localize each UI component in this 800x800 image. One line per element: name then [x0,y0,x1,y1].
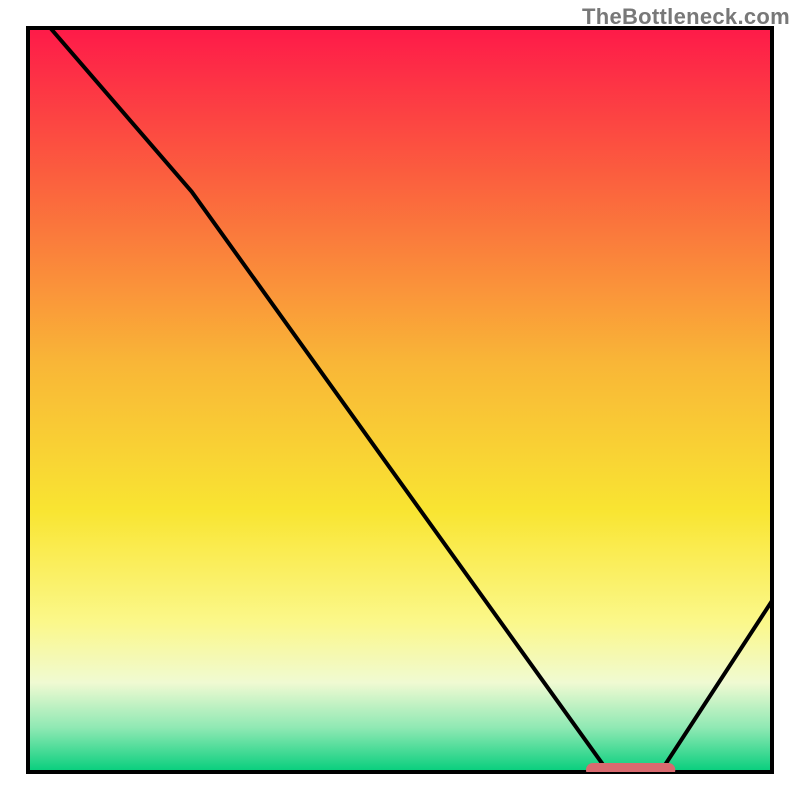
optimal-range-marker [586,763,675,777]
bottleneck-chart [0,0,800,800]
attribution-label: TheBottleneck.com [582,4,790,30]
plot-background [28,28,772,772]
